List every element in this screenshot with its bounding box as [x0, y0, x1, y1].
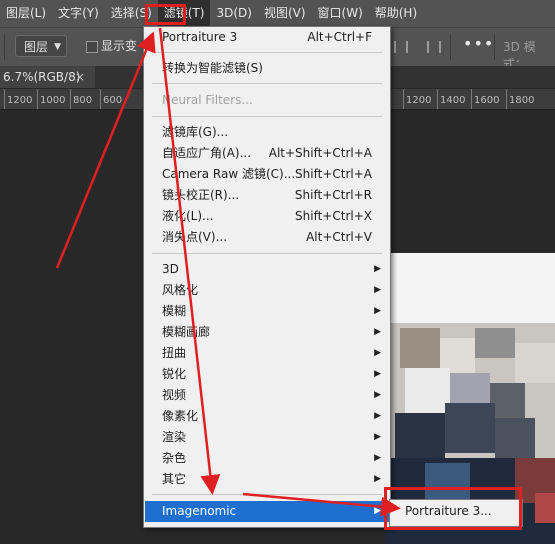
- annotation-arrow: [242, 492, 401, 517]
- annotation-arrows: [55, 27, 401, 517]
- annotation-arrow: [55, 31, 156, 269]
- annotation-arrow: [158, 27, 221, 495]
